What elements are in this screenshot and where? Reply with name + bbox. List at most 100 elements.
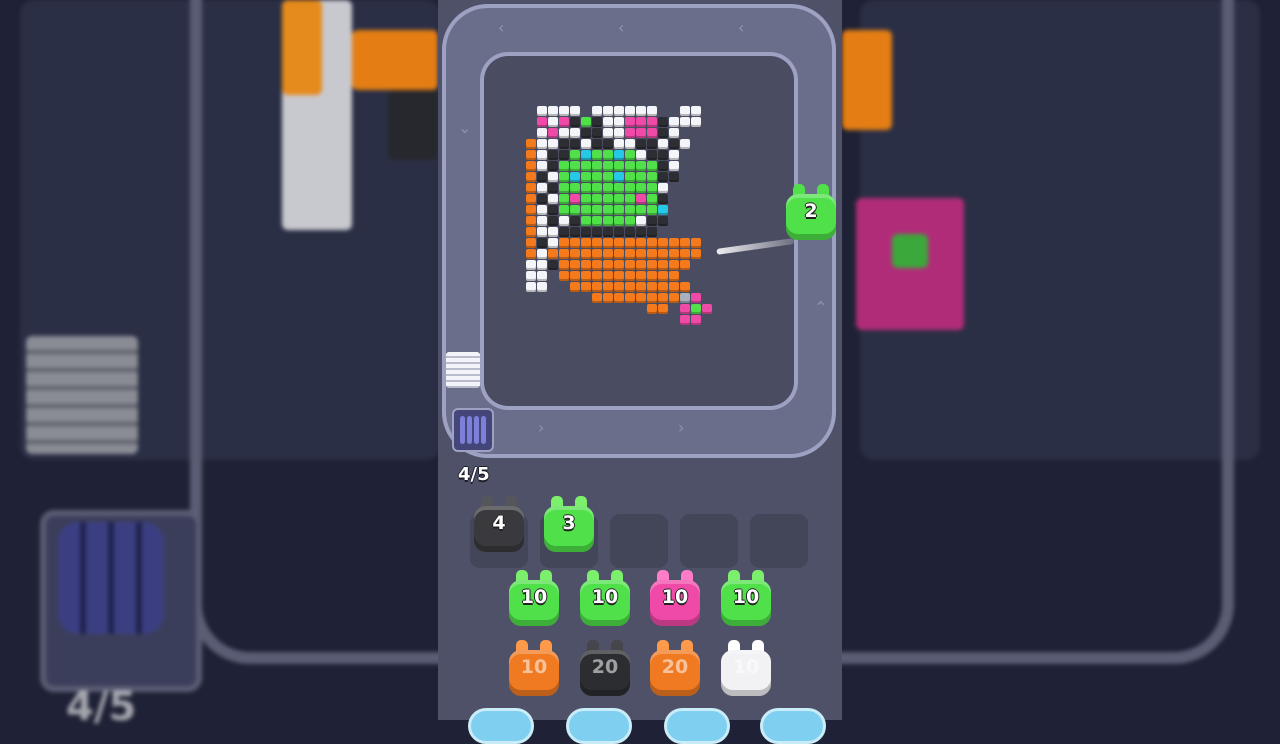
queued-shooter[interactable]: 10 [650,570,700,626]
pixel-block [636,205,646,215]
holding-slot[interactable] [750,514,808,568]
pixel-block [647,293,657,303]
pixel-block [526,249,536,259]
pixel-block [625,249,635,259]
holding-slot[interactable] [610,514,668,568]
pixel-block [548,205,558,215]
pixel-block [647,117,657,127]
pixel-block [614,205,624,215]
track-arrow-icon: ⌄ [458,118,472,137]
pixel-block [603,216,613,226]
pixel-block [658,260,668,270]
pixel-block [537,227,547,237]
bottom-row-item[interactable] [664,708,730,744]
pixel-block [669,260,679,270]
pixel-block [581,205,591,215]
pixel-block [658,271,668,281]
bottom-row-item[interactable] [760,708,826,744]
pixel-block [548,194,558,204]
pixel-block [603,183,613,193]
launcher-coil[interactable] [452,408,494,452]
pixel-block [559,139,569,149]
pixel-block [691,304,701,314]
holding-slot[interactable] [680,514,738,568]
pixel-block [548,260,558,270]
pixel-block [647,238,657,248]
background-block-orange-right [842,30,892,130]
pixel-block [669,161,679,171]
pixel-block [636,128,646,138]
pixel-block [658,238,668,248]
pixel-block [537,194,547,204]
pixel-block [559,227,569,237]
pixel-block [570,249,580,259]
queued-shooter[interactable]: 20 [650,640,700,696]
pixel-block [614,260,624,270]
pixel-block [570,128,580,138]
pixel-block [647,106,657,116]
pixel-block [680,260,690,270]
pixel-block [625,271,635,281]
pixel-block [636,238,646,248]
jar-count: 10 [732,656,760,678]
pixel-block [559,260,569,270]
pixel-block [614,282,624,292]
pixel-block [570,194,580,204]
white-block-stack [446,352,480,388]
pixel-block [537,161,547,171]
pixel-block [592,106,602,116]
pixel-block [625,238,635,248]
pixel-block [603,205,613,215]
pixel-block [647,139,657,149]
pixel-block [625,227,635,237]
pixel-block [592,205,602,215]
pixel-block [658,282,668,292]
pixel-block [581,260,591,270]
pixel-block [570,183,580,193]
pixel-block [636,249,646,259]
queued-shooter[interactable]: 10 [509,640,559,696]
pixel-block [680,106,690,116]
pixel-block [658,293,668,303]
pixel-block [603,128,613,138]
pixel-block [603,150,613,160]
active-shooter: 2 [786,184,836,240]
held-shooter[interactable]: 4 [474,496,524,552]
queued-shooter[interactable]: 10 [721,570,771,626]
pixel-block [658,117,668,127]
jar-count: 20 [591,656,619,678]
pixel-block [669,128,679,138]
bottom-row-item[interactable] [468,708,534,744]
queued-shooter[interactable]: 20 [580,640,630,696]
game-area: ‹ ‹ ‹ › › ⌄ ⌃ [438,0,842,720]
pixel-block [592,238,602,248]
pixel-block [625,128,635,138]
pixel-block [548,216,558,226]
pixel-block [603,260,613,270]
pixel-block [603,106,613,116]
pixel-block [559,150,569,160]
pixel-block [647,150,657,160]
pixel-block [537,183,547,193]
queued-shooter[interactable]: 10 [721,640,771,696]
queued-shooter[interactable]: 10 [580,570,630,626]
pixel-block [537,216,547,226]
pixel-block [680,304,690,314]
track-arrow-icon: ‹ [738,18,745,37]
pixel-block [680,249,690,259]
pixel-block [592,117,602,127]
jar-count: 10 [520,586,548,608]
pixel-block [636,271,646,281]
held-shooter[interactable]: 3 [544,496,594,552]
pixel-block [570,161,580,171]
background-launcher-coils [58,522,164,634]
pixel-block [592,293,602,303]
shooter-count: 2 [804,200,818,222]
pixel-block [625,194,635,204]
pixel-block [537,172,547,182]
pixel-block [691,117,701,127]
queued-shooter[interactable]: 10 [509,570,559,626]
bottom-row-item[interactable] [566,708,632,744]
background-counter: 4/5 [66,684,137,730]
pixel-block [625,216,635,226]
